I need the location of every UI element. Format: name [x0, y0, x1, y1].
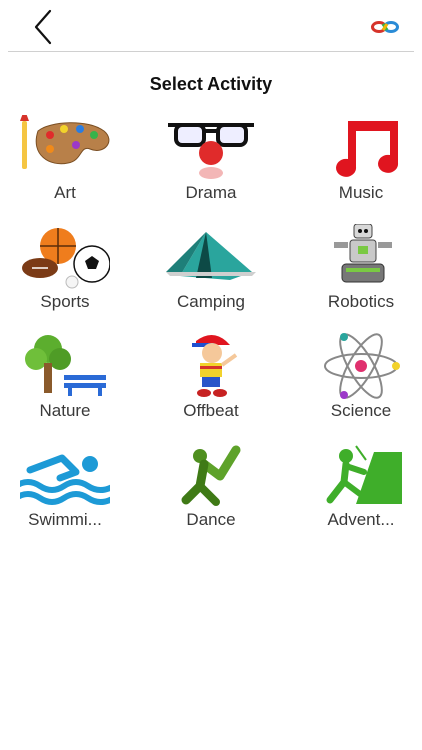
- tree-bench-icon: [25, 335, 106, 396]
- infinity-icon: [371, 21, 399, 33]
- navigation-bar: [0, 0, 422, 52]
- activity-sports[interactable]: Sports: [0, 224, 130, 324]
- atom-icon: [324, 333, 400, 399]
- dancer-icon: [181, 445, 241, 506]
- clown-glasses-icon: [168, 123, 254, 179]
- activity-label: Nature: [39, 401, 91, 420]
- activity-art[interactable]: Art: [0, 115, 130, 215]
- palette-icon: [20, 115, 110, 169]
- activity-adventure[interactable]: Advent...: [296, 442, 422, 542]
- climber-icon: [326, 445, 402, 504]
- robot-icon: [334, 224, 392, 283]
- activity-camping[interactable]: Camping: [146, 224, 276, 324]
- activity-label: Sports: [40, 292, 90, 311]
- activity-label: Dance: [186, 510, 236, 529]
- activity-swimming[interactable]: Swimmi...: [0, 442, 130, 542]
- activity-label: Camping: [176, 292, 246, 311]
- page-title: Select Activity: [149, 74, 273, 94]
- chevron-left-icon[interactable]: [26, 8, 60, 46]
- activity-label: Art: [54, 183, 76, 202]
- activity-dance[interactable]: Dance: [146, 442, 276, 542]
- activity-robotics[interactable]: Robotics: [296, 224, 422, 324]
- activity-label: Music: [338, 183, 384, 202]
- activity-drama[interactable]: Drama: [146, 115, 276, 215]
- activity-label: Science: [330, 401, 392, 420]
- swimmer-icon: [20, 454, 110, 505]
- activity-label: Robotics: [327, 292, 395, 311]
- boy-character-icon: [192, 335, 238, 397]
- sports-balls-icon: [22, 228, 110, 289]
- activity-nature[interactable]: Nature: [0, 333, 130, 433]
- tent-icon: [166, 232, 256, 280]
- activity-label: Drama: [185, 183, 237, 202]
- activity-label: Offbeat: [183, 401, 239, 420]
- activity-music[interactable]: Music: [296, 115, 422, 215]
- activity-science[interactable]: Science: [296, 333, 422, 433]
- activity-offbeat[interactable]: Offbeat: [146, 333, 276, 433]
- header-divider: [8, 51, 414, 52]
- activity-label: Swimmi...: [28, 510, 102, 529]
- activity-label: Advent...: [327, 510, 395, 529]
- music-note-icon: [336, 121, 399, 177]
